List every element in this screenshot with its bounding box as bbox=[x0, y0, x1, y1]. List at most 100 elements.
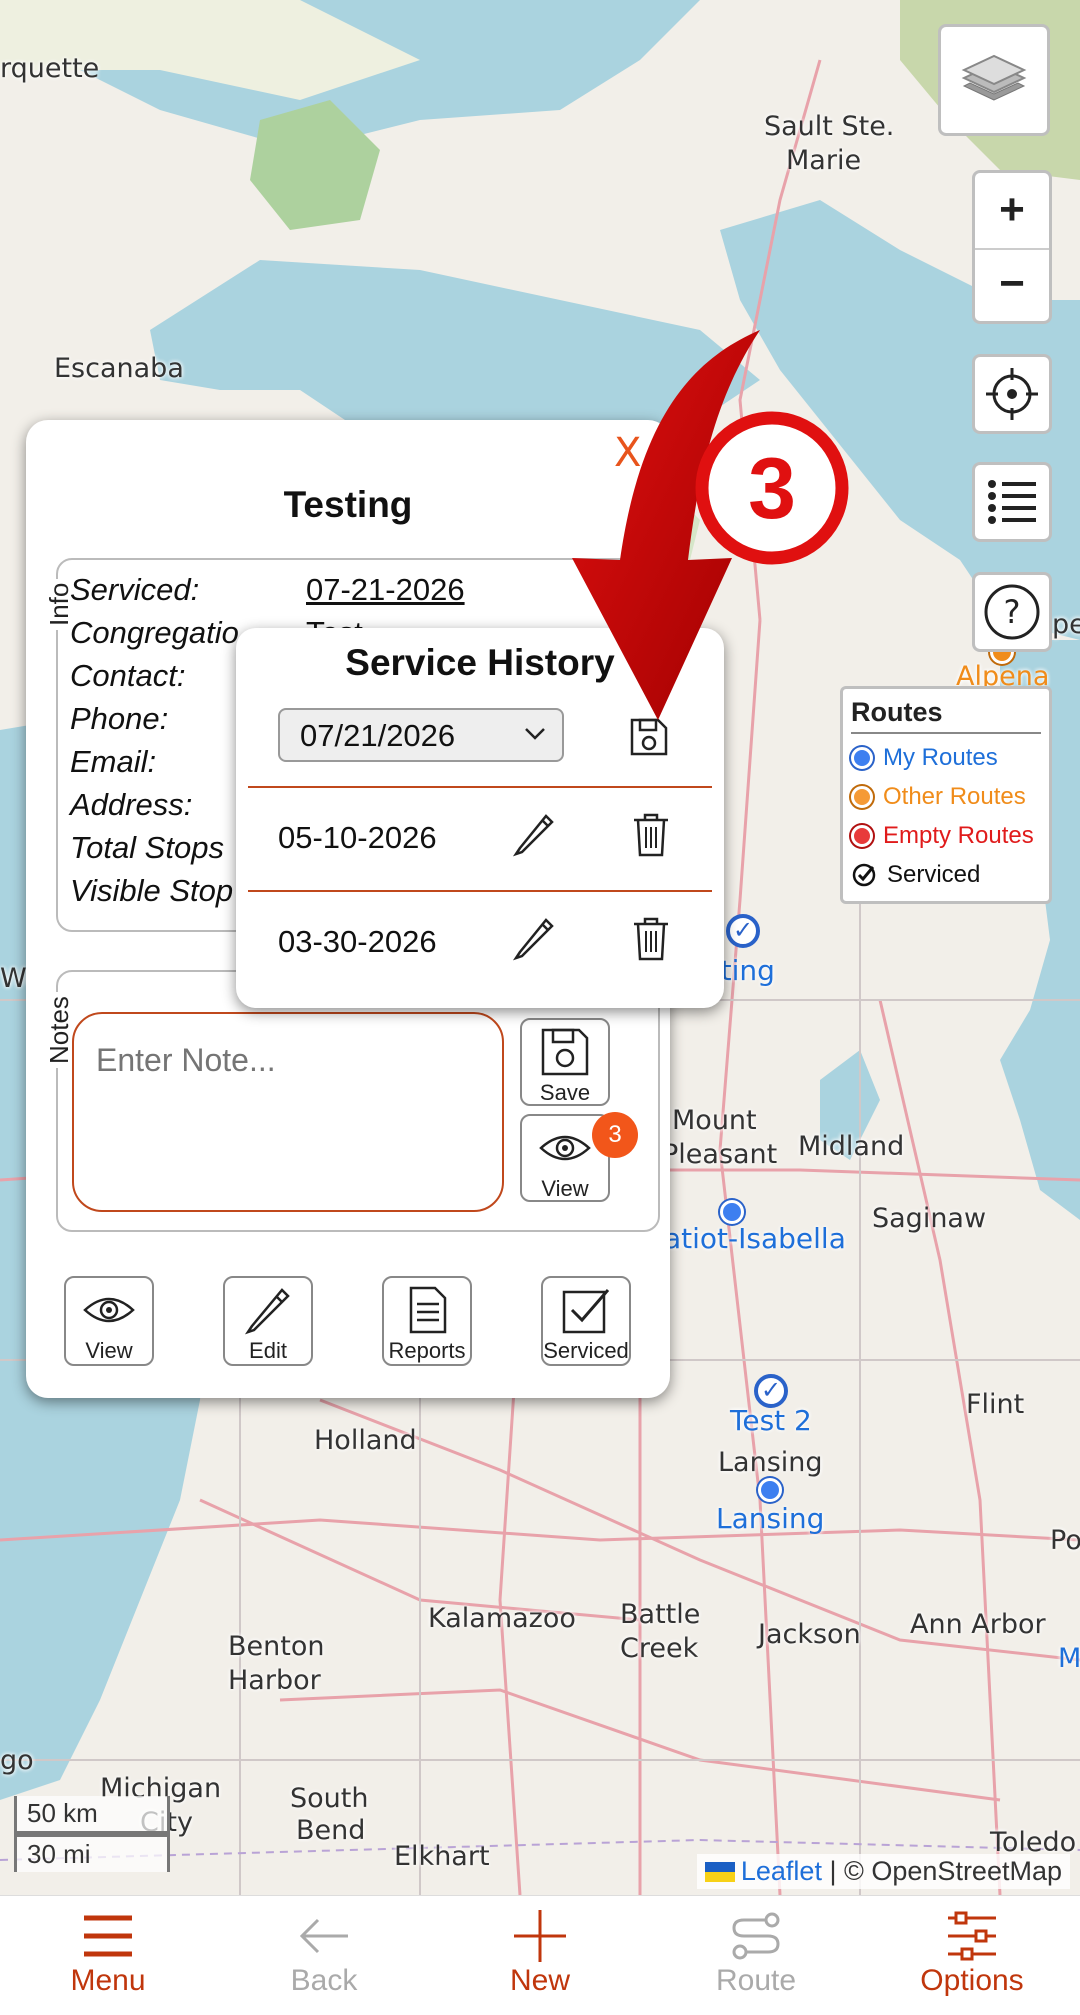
legend-item: Other Routes bbox=[851, 777, 1041, 816]
city-label: Sault Ste. bbox=[764, 111, 895, 142]
save-label: Save bbox=[539, 1080, 591, 1105]
serviced-pin[interactable]: ✓ bbox=[726, 914, 760, 948]
delete-entry-button[interactable] bbox=[630, 916, 672, 962]
crosshair-icon bbox=[986, 368, 1038, 420]
bottom-navigation: Menu Back New Route Options bbox=[0, 1895, 1080, 2015]
legend-item: Empty Routes bbox=[851, 816, 1041, 855]
notes-section-label: Notes bbox=[44, 992, 75, 1068]
pin-label[interactable]: atiot-Isabella bbox=[664, 1222, 846, 1255]
edit-entry-button[interactable] bbox=[512, 812, 558, 858]
popup-title: Testing bbox=[283, 484, 413, 525]
hamburger-icon bbox=[84, 1915, 132, 1957]
save-history-button[interactable] bbox=[628, 716, 670, 758]
city-label: Jackson bbox=[758, 1619, 861, 1650]
zoom-in-button[interactable]: + bbox=[975, 173, 1049, 247]
contact-label: Contact: bbox=[70, 658, 186, 693]
city-label: pe bbox=[1052, 609, 1080, 640]
menu-tab[interactable]: Menu bbox=[0, 1896, 216, 2015]
route-list-button[interactable] bbox=[972, 462, 1052, 542]
selected-date: 07/21/2026 bbox=[300, 718, 456, 753]
help-icon: ? bbox=[984, 584, 1040, 640]
back-tab[interactable]: Back bbox=[216, 1896, 432, 2015]
city-label: Escanaba bbox=[54, 353, 184, 384]
chevron-down-icon bbox=[525, 728, 545, 740]
serviced-pin[interactable]: ✓ bbox=[754, 1374, 788, 1408]
new-tab[interactable]: New bbox=[432, 1896, 648, 2015]
city-label: Po bbox=[1050, 1525, 1080, 1556]
locate-button[interactable] bbox=[972, 354, 1052, 434]
zoom-control: + − bbox=[972, 170, 1052, 324]
checkbox-icon bbox=[562, 1289, 610, 1334]
city-label: Battle bbox=[620, 1599, 701, 1630]
legend-label: My Routes bbox=[883, 743, 998, 771]
legend-title: Routes bbox=[851, 697, 1041, 734]
city-label: Mount bbox=[672, 1105, 757, 1136]
city-label: Marie bbox=[786, 145, 862, 176]
serviced-label: Serviced: bbox=[70, 572, 200, 607]
total-stops-label: Total Stops bbox=[70, 830, 224, 865]
pin-label[interactable]: Lansing bbox=[716, 1502, 824, 1535]
list-icon bbox=[988, 480, 1036, 524]
attribution-text: | © OpenStreetMap bbox=[829, 1856, 1062, 1886]
close-button[interactable]: X bbox=[614, 430, 641, 476]
blue-dot-icon bbox=[851, 746, 873, 769]
map-scale: 50 km 30 mi bbox=[14, 1796, 170, 1872]
zoom-divider bbox=[975, 248, 1049, 250]
scale-km: 50 km bbox=[14, 1796, 170, 1834]
service-date-select[interactable]: 07/21/2026 bbox=[278, 708, 564, 762]
leaflet-link[interactable]: Leaflet bbox=[741, 1856, 822, 1886]
phone-label: Phone: bbox=[70, 701, 169, 736]
serviced-date-link[interactable]: 07-21-2026 bbox=[306, 572, 465, 608]
service-history-title: Service History bbox=[345, 642, 615, 683]
history-divider bbox=[248, 786, 712, 788]
route-tab[interactable]: Route bbox=[648, 1896, 864, 2015]
city-label: Ann Arbor bbox=[910, 1609, 1046, 1640]
serviced-button[interactable]: Serviced bbox=[541, 1276, 631, 1366]
city-label: Pleasant bbox=[662, 1139, 778, 1170]
city-label: Elkhart bbox=[394, 1841, 490, 1872]
help-button[interactable]: ? bbox=[972, 572, 1052, 652]
map-attribution: Leaflet | © OpenStreetMap bbox=[696, 1854, 1070, 1889]
city-label: South bbox=[290, 1783, 369, 1814]
delete-entry-button[interactable] bbox=[630, 812, 672, 858]
edit-button[interactable]: Edit bbox=[223, 1276, 313, 1366]
city-label: Lansing bbox=[718, 1447, 823, 1478]
legend-label: Serviced bbox=[887, 860, 981, 888]
service-history-popup: Service History 07/21/2026 05-10-2026 03… bbox=[236, 628, 724, 1008]
red-dot-icon bbox=[851, 824, 873, 847]
floppy-disk-icon bbox=[541, 1028, 589, 1076]
layers-button[interactable] bbox=[938, 24, 1050, 136]
city-label: Kalamazoo bbox=[428, 1603, 576, 1634]
city-label: rquette bbox=[0, 53, 100, 84]
note-input[interactable] bbox=[72, 1012, 504, 1212]
zoom-out-button[interactable]: − bbox=[975, 247, 1049, 321]
nav-label: Options bbox=[920, 1964, 1024, 1997]
options-tab[interactable]: Options bbox=[864, 1896, 1080, 2015]
legend-label: Other Routes bbox=[883, 782, 1026, 810]
reports-button[interactable]: Reports bbox=[382, 1276, 472, 1366]
eye-icon bbox=[83, 1297, 135, 1323]
address-label: Address: bbox=[70, 787, 193, 822]
city-label: Benton bbox=[228, 1631, 325, 1662]
action-label: Edit bbox=[249, 1338, 287, 1363]
city-label: Bend bbox=[296, 1815, 366, 1846]
action-label: View bbox=[85, 1338, 133, 1363]
action-label: Reports bbox=[388, 1338, 466, 1363]
document-icon bbox=[409, 1286, 447, 1334]
city-label: Creek bbox=[620, 1633, 699, 1664]
save-note-button[interactable]: Save bbox=[520, 1018, 610, 1106]
plus-icon bbox=[514, 1910, 566, 1962]
email-label: Email: bbox=[70, 744, 157, 779]
route-pin[interactable] bbox=[720, 1200, 744, 1224]
route-icon bbox=[732, 1912, 780, 1960]
city-label: M bbox=[1058, 1643, 1080, 1674]
notes-count-badge: 3 bbox=[592, 1112, 638, 1158]
view-button[interactable]: View bbox=[64, 1276, 154, 1366]
city-label: Harbor bbox=[228, 1665, 321, 1696]
legend-item: Serviced bbox=[851, 855, 1041, 894]
pin-label[interactable]: Test 2 bbox=[730, 1404, 812, 1437]
check-circle-icon bbox=[852, 863, 876, 886]
legend-label: Empty Routes bbox=[883, 821, 1034, 849]
route-pin[interactable] bbox=[758, 1478, 782, 1502]
edit-entry-button[interactable] bbox=[512, 916, 558, 962]
